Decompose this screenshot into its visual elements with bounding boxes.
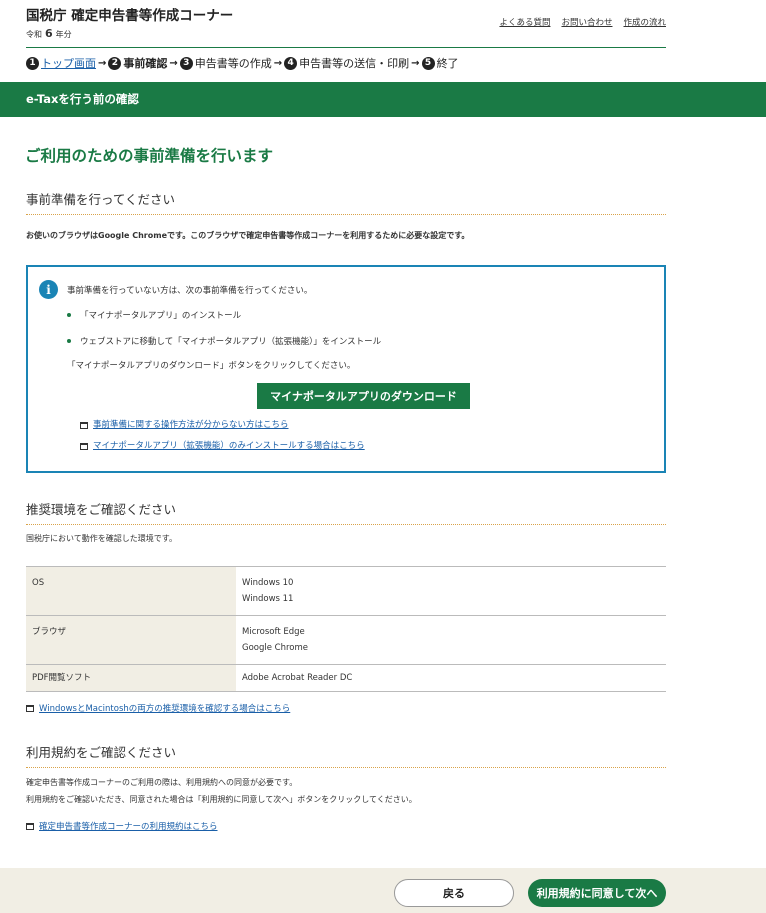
terms-link-row: 確定申告書等作成コーナーの利用規約はこちら	[26, 820, 218, 832]
env-label: PDF閲覧ソフト	[26, 664, 236, 692]
env-value-line: Google Chrome	[242, 643, 309, 653]
era-prefix: 令和	[26, 30, 42, 39]
step-top-link[interactable]: トップ画面	[41, 55, 96, 71]
bullet-icon	[67, 339, 71, 343]
flow-link[interactable]: 作成の流れ	[623, 16, 666, 28]
footer-bar: 戻る 利用規約に同意して次へ	[0, 868, 766, 913]
step-arrow-icon: →	[411, 57, 420, 69]
step-arrow-icon: →	[273, 57, 283, 69]
terms-line-2: 利用規約をご確認いただき、同意された場合は「利用規約に同意して次へ」ボタンをクリ…	[26, 795, 417, 804]
step-label: 申告書等の作成	[194, 57, 272, 70]
env-label: OS	[26, 566, 236, 616]
external-link-icon	[26, 822, 34, 830]
step-label: 終了	[436, 57, 459, 70]
step-number-3: 3	[179, 56, 193, 70]
table-row: PDF閲覧ソフト Adobe Acrobat Reader DC	[26, 664, 666, 692]
bullet-icon	[67, 313, 71, 317]
step-current: 事前確認	[123, 57, 168, 70]
terms-link[interactable]: 確定申告書等作成コーナーの利用規約はこちら	[39, 820, 218, 832]
prep-heading: 事前準備を行ってください	[26, 189, 666, 215]
external-link-icon	[80, 422, 88, 429]
step-number-5: 5	[421, 56, 435, 70]
env-value-line: Microsoft Edge	[242, 627, 305, 637]
step-number-4: 4	[284, 56, 298, 70]
table-row: ブラウザ Microsoft Edge Google Chrome	[26, 615, 666, 665]
back-button[interactable]: 戻る	[394, 879, 514, 907]
terms-line-1: 確定申告書等作成コーナーのご利用の際は、利用規約への同意が必要です。	[26, 778, 298, 787]
env-value: Adobe Acrobat Reader DC	[236, 664, 666, 692]
external-link-icon	[26, 704, 34, 712]
env-label: ブラウザ	[26, 615, 236, 665]
header-links: よくある質問 お問い合わせ 作成の流れ	[499, 16, 666, 28]
external-link-icon	[80, 443, 88, 450]
contact-link[interactable]: お問い合わせ	[561, 16, 612, 28]
tax-year: 令和 6 年分	[26, 27, 72, 40]
terms-heading: 利用規約をご確認ください	[26, 742, 666, 768]
prep-help-link[interactable]: 事前準備に関する操作方法が分からない方はこちら	[93, 418, 289, 430]
env-note: 国税庁において動作を確認した環境です。	[26, 534, 177, 543]
agree-next-button[interactable]: 利用規約に同意して次へ	[528, 879, 666, 907]
step-number-2: 2	[108, 56, 122, 70]
info-intro: 事前準備を行っていない方は、次の事前準備を行ってください。	[67, 286, 313, 296]
env-table: OS Windows 10 Windows 11 ブラウザ Microsoft …	[26, 566, 666, 692]
step-label: 申告書等の送信・印刷	[299, 57, 410, 70]
extension-only-link[interactable]: マイナポータルアプリ（拡張機能）のみインストールする場合はこちら	[93, 439, 365, 451]
table-row: OS Windows 10 Windows 11	[26, 566, 666, 616]
info-item: ウェブストアに移動して「マイナポータルアプリ（拡張機能）」をインストール	[80, 337, 382, 347]
env-value: Microsoft Edge Google Chrome	[236, 615, 666, 665]
page-title: ご利用のための事前準備を行います	[25, 147, 274, 165]
env-value-line: Windows 10	[242, 578, 294, 588]
step-arrow-icon: →	[169, 57, 178, 69]
site-header: 国税庁 確定申告書等作成コーナー 令和 6 年分 よくある質問 お問い合わせ 作成の…	[26, 0, 666, 48]
step-arrow-icon: →	[98, 57, 107, 69]
browser-note: お使いのブラウザはGoogle Chromeです。このブラウザで確定申告書等作成…	[26, 231, 470, 240]
env-value: Windows 10 Windows 11	[236, 566, 666, 616]
env-link-row: WindowsとMacintoshの両方の推奨環境を確認する場合はこちら	[26, 702, 290, 714]
step-number-1: 1	[26, 56, 39, 70]
env-both-link[interactable]: WindowsとMacintoshの両方の推奨環境を確認する場合はこちら	[39, 702, 290, 714]
site-title: 国税庁 確定申告書等作成コーナー	[26, 8, 234, 24]
info-instruction: 「マイナポータルアプリのダウンロード」ボタンをクリックしてください。	[67, 361, 356, 371]
info-item: 「マイナポータルアプリ」のインストール	[80, 311, 242, 321]
progress-steps: 1 トップ画面 → 2 事前確認 → 3 申告書等の作成 → 4 申告書等の送信…	[26, 55, 459, 71]
era-suffix: 年分	[55, 30, 72, 39]
env-value-line: Adobe Acrobat Reader DC	[242, 673, 353, 683]
section-band: e-Taxを行う前の確認	[0, 82, 766, 117]
faq-link[interactable]: よくある質問	[499, 16, 550, 28]
download-button[interactable]: マイナポータルアプリのダウンロード	[257, 383, 470, 409]
env-value-line: Windows 11	[242, 594, 294, 604]
env-heading: 推奨環境をご確認ください	[26, 499, 666, 525]
info-icon: i	[39, 280, 58, 299]
info-box: i 事前準備を行っていない方は、次の事前準備を行ってください。 「マイナポータル…	[26, 265, 666, 473]
era-year: 6	[45, 27, 53, 40]
